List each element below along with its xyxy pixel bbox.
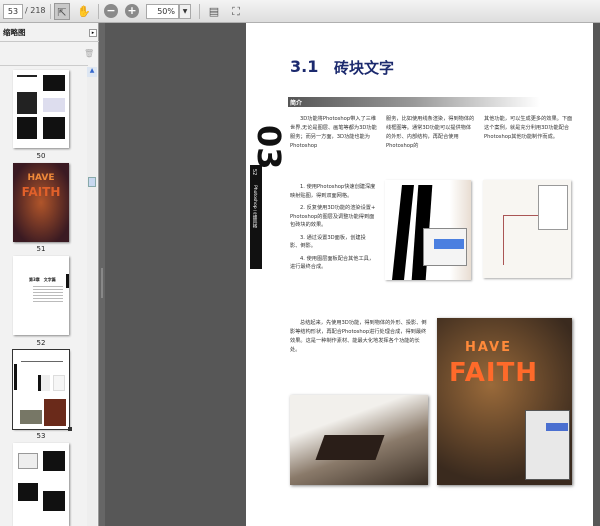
scroll-up-button[interactable]: ▲ — [87, 67, 97, 77]
fit-width-icon: ▤ — [208, 5, 220, 18]
steps-list: 1. 使用Photoshop快速创建深度映射贴图，得到双面网格。 2. 反复使用… — [290, 183, 376, 276]
dialog-screenshot — [423, 228, 467, 266]
figure-poster: HAVE FAITH — [437, 318, 572, 485]
divider — [199, 4, 200, 19]
thumbnail-page-50[interactable] — [13, 70, 69, 148]
poster-word-bottom: FAITH — [449, 358, 539, 388]
zoom-in-button[interactable]: + — [125, 4, 139, 18]
intro-column-1: 3D功能将Photoshop带入了三维世界,无论是图层、画笔等都为3D功能服务；… — [290, 116, 377, 149]
thumbnail-panel: 缩略图 ▸ 🗑 50 HAVE FAITH 51 第3章 文字篇 52 53 ▲ — [0, 23, 99, 526]
layers-panel-screenshot — [525, 410, 570, 480]
intro-column-3: 其他功能，可以生成更多的效果。下面这个案例，就是充分利用3D功能配合Photos… — [484, 116, 573, 140]
trash-icon: 🗑 — [84, 49, 95, 58]
zoom-dropdown[interactable]: ▼ — [179, 4, 191, 19]
thumbnail-page-53-current[interactable] — [12, 349, 70, 430]
thumbnail-label: 50 — [36, 152, 46, 160]
divider — [0, 65, 88, 66]
panel-options-button[interactable]: ▸ — [89, 29, 97, 37]
divider — [98, 4, 99, 19]
thumbnail-page-54[interactable] — [13, 443, 69, 526]
side-caption: Photoshop 三维风格 — [252, 185, 257, 229]
select-tool-button[interactable]: ⇱ — [54, 3, 70, 20]
page-total: / 218 — [25, 6, 46, 15]
thumb-faith-top: HAVE — [27, 173, 55, 183]
figure-wireframe — [483, 180, 571, 278]
hand-icon: ✋ — [77, 5, 91, 18]
menu-icon: ▸ — [91, 30, 95, 36]
chapter-number: 03 — [250, 125, 288, 170]
thumbnail-scrollbar[interactable]: ▲ — [87, 67, 97, 526]
plus-icon: + — [127, 4, 137, 17]
figure-3d-render — [290, 395, 428, 485]
fit-page-icon: ⛶ — [232, 5, 240, 18]
panel-title: 缩略图 — [3, 28, 26, 37]
chapter-bar: 52 Photoshop 三维风格 — [250, 165, 262, 269]
divider — [50, 4, 51, 19]
step-item: 1. 使用Photoshop快速创建深度映射贴图，得到双面网格。 — [290, 184, 376, 199]
chevron-down-icon: ▼ — [182, 8, 188, 15]
thumb-faith-bottom: FAITH — [21, 185, 61, 199]
page-number: 52 — [251, 169, 257, 176]
cursor-arrow-icon: ⇱ — [57, 6, 67, 19]
thumb-chapter-title: 第3章 文字篇 — [29, 277, 56, 282]
figure-depth-map — [385, 180, 471, 280]
thumbnail-page-51[interactable]: HAVE FAITH — [13, 163, 69, 242]
thumbnail-label: 51 — [36, 245, 46, 253]
fit-width-button[interactable]: ▤ — [206, 3, 222, 20]
thumbnail-label: 53 — [36, 432, 46, 440]
step-item: 2. 反复使用3D功能的渲染设置+ Photoshop的图层及调整功能得到面包砖… — [290, 205, 376, 228]
minus-icon: − — [106, 4, 116, 17]
section-number: 3.1 — [290, 57, 319, 76]
delete-page-button[interactable]: 🗑 — [84, 49, 94, 58]
zoom-out-button[interactable]: − — [104, 4, 118, 18]
step-item: 3. 通过设置3D面板，创建投影、倒影。 — [290, 234, 366, 250]
resize-handle[interactable] — [68, 427, 72, 431]
intro-heading-bar: 简介 — [288, 97, 540, 107]
chevron-up-icon: ▲ — [89, 67, 95, 74]
section-title: 砖块文字 — [334, 59, 395, 77]
panel-splitter[interactable] — [99, 23, 105, 526]
page-number-input[interactable]: 53 — [3, 4, 23, 19]
scrollbar-thumb[interactable] — [88, 177, 96, 187]
document-page: 3.1 砖块文字 03 52 Photoshop 三维风格 简介 3D功能将Ph… — [246, 23, 593, 526]
summary-paragraph: 总结起来，先使用3D功能，得到物体的外形、投影、倒影等结构形状，再配合Photo… — [290, 320, 427, 353]
hand-tool-button[interactable]: ✋ — [76, 3, 92, 20]
poster-word-top: HAVE — [465, 340, 512, 355]
step-item: 4. 使用图层面板配合其他工具，进行最终合成。 — [290, 255, 375, 271]
fit-page-button[interactable]: ⛶ — [228, 3, 244, 20]
intro-column-2: 服务，比如使用线条渲染，得到物体的线框图等。通常3D功能可以提供物体的外形、内部… — [386, 116, 475, 149]
thumbnail-page-52[interactable]: 第3章 文字篇 — [13, 256, 69, 335]
intro-heading: 简介 — [290, 100, 303, 107]
toolbar: 53 / 218 ⇱ ✋ − + 50% ▼ ▤ ⛶ — [0, 0, 600, 23]
thumbnail-label: 52 — [36, 339, 46, 347]
zoom-input[interactable]: 50% — [146, 4, 179, 19]
panel-header: 缩略图 — [0, 23, 99, 42]
